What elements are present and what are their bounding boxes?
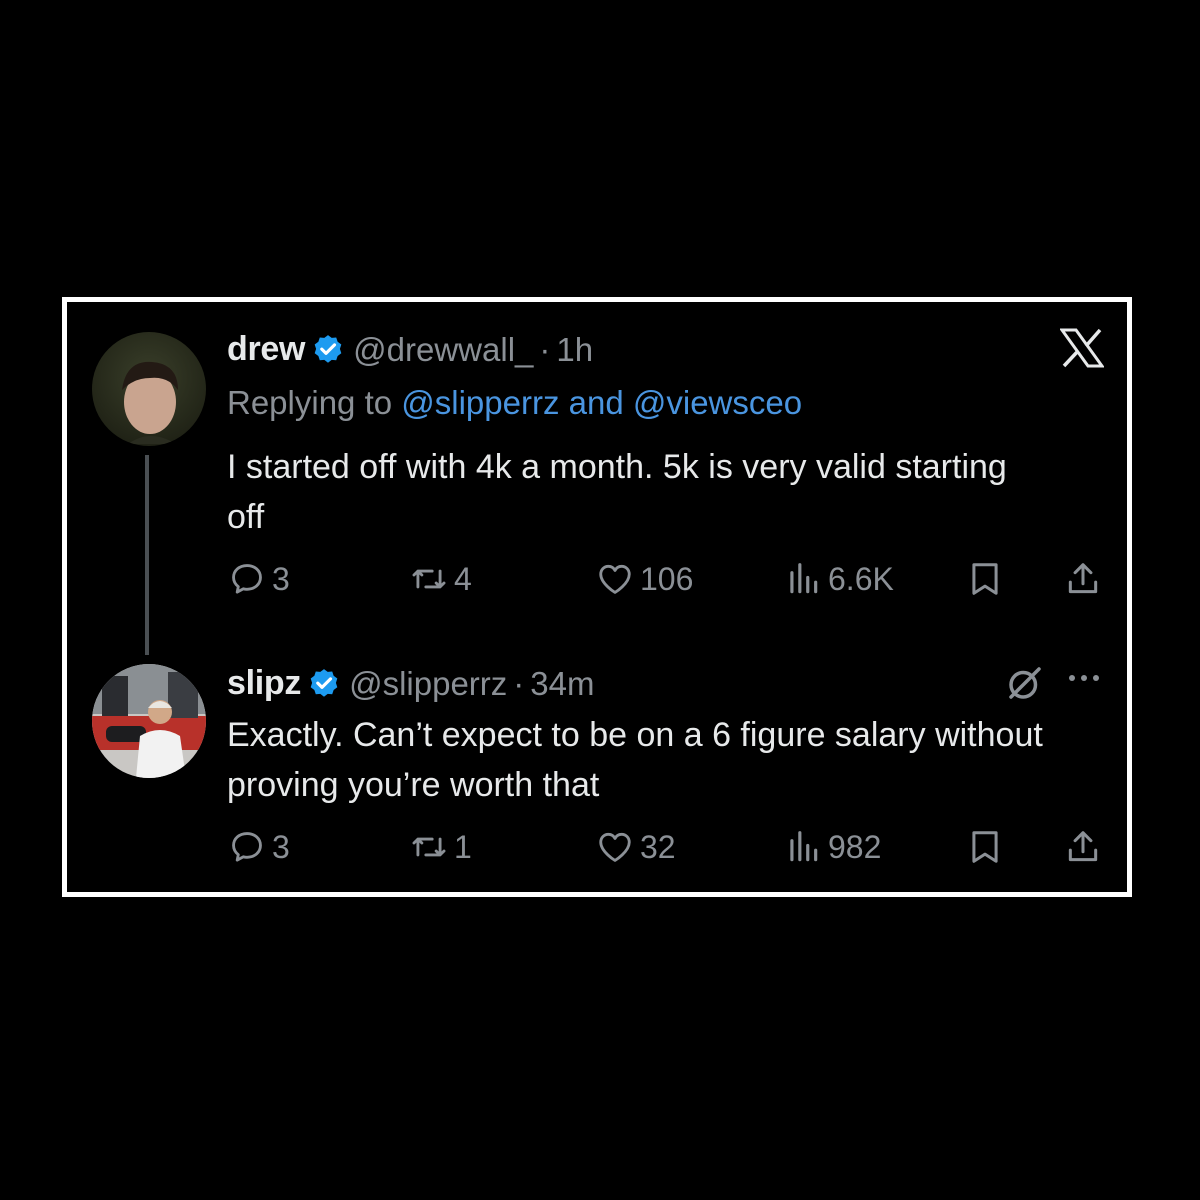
replying-to-line: Replying to @slipperrz and @viewsceo xyxy=(227,384,802,422)
view-count: 6.6K xyxy=(828,560,894,597)
x-logo-icon[interactable] xyxy=(1059,328,1105,373)
reply-count: 3 xyxy=(272,828,290,865)
like-count: 106 xyxy=(640,560,694,597)
share-button[interactable] xyxy=(1064,828,1102,871)
views-button[interactable]: 6.6K xyxy=(784,560,894,598)
retweet-icon xyxy=(412,569,446,589)
replying-and: and xyxy=(559,384,633,421)
avatar[interactable] xyxy=(92,332,206,446)
bookmark-icon xyxy=(972,563,998,595)
separator-dot: · xyxy=(513,664,525,702)
timestamp[interactable]: 1h xyxy=(556,331,593,369)
mention-link[interactable]: @slipperrz xyxy=(401,384,559,421)
like-button[interactable]: 106 xyxy=(596,560,693,598)
retweet-button[interactable]: 4 xyxy=(410,560,472,598)
bookmark-button[interactable] xyxy=(966,560,1004,603)
mention-link[interactable]: @viewsceo xyxy=(633,384,802,421)
retweet-count: 4 xyxy=(454,560,472,597)
more-icon[interactable] xyxy=(1066,668,1102,693)
share-button[interactable] xyxy=(1064,560,1102,603)
views-icon xyxy=(790,831,818,862)
timestamp[interactable]: 34m xyxy=(530,665,594,703)
views-icon xyxy=(790,563,818,594)
reply-button[interactable]: 3 xyxy=(228,560,290,598)
reply-icon xyxy=(232,564,262,594)
tweet-header: slipz @slipperrz · 34m xyxy=(227,664,594,703)
tweet-text: Exactly. Can’t expect to be on a 6 figur… xyxy=(227,716,1043,804)
like-count: 32 xyxy=(640,828,676,865)
reply-icon xyxy=(232,832,262,862)
heart-icon xyxy=(599,564,631,594)
share-icon xyxy=(1068,563,1098,594)
tweet-actions: 3 1 32 982 xyxy=(0,828,1200,872)
tweet-header: drew @drewwall_ · 1h xyxy=(227,330,593,369)
retweet-icon xyxy=(412,837,446,857)
user-handle[interactable]: @drewwall_ xyxy=(353,331,533,369)
reply-button[interactable]: 3 xyxy=(228,828,290,866)
retweet-count: 1 xyxy=(454,828,472,865)
grok-icon[interactable] xyxy=(1004,662,1046,709)
tweet-actions: 3 4 106 6.6K xyxy=(0,560,1200,604)
user-handle[interactable]: @slipperrz xyxy=(349,665,507,703)
heart-icon xyxy=(599,832,631,862)
replying-prefix: Replying to xyxy=(227,384,402,421)
separator-dot: · xyxy=(539,330,551,368)
share-icon xyxy=(1068,831,1098,862)
bookmark-icon xyxy=(972,831,998,863)
verified-badge-icon xyxy=(310,668,338,697)
thread-connector-line xyxy=(145,455,149,655)
bookmark-button[interactable] xyxy=(966,828,1004,871)
tweet-text: I started off with 4k a month. 5k is ver… xyxy=(227,448,1007,536)
avatar[interactable] xyxy=(92,664,206,778)
views-button[interactable]: 982 xyxy=(784,828,881,866)
verified-badge-icon xyxy=(314,334,342,363)
retweet-button[interactable]: 1 xyxy=(410,828,472,866)
display-name[interactable]: slipz xyxy=(227,664,301,703)
view-count: 982 xyxy=(828,828,882,865)
reply-count: 3 xyxy=(272,560,290,597)
like-button[interactable]: 32 xyxy=(596,828,676,866)
display-name[interactable]: drew xyxy=(227,330,305,369)
